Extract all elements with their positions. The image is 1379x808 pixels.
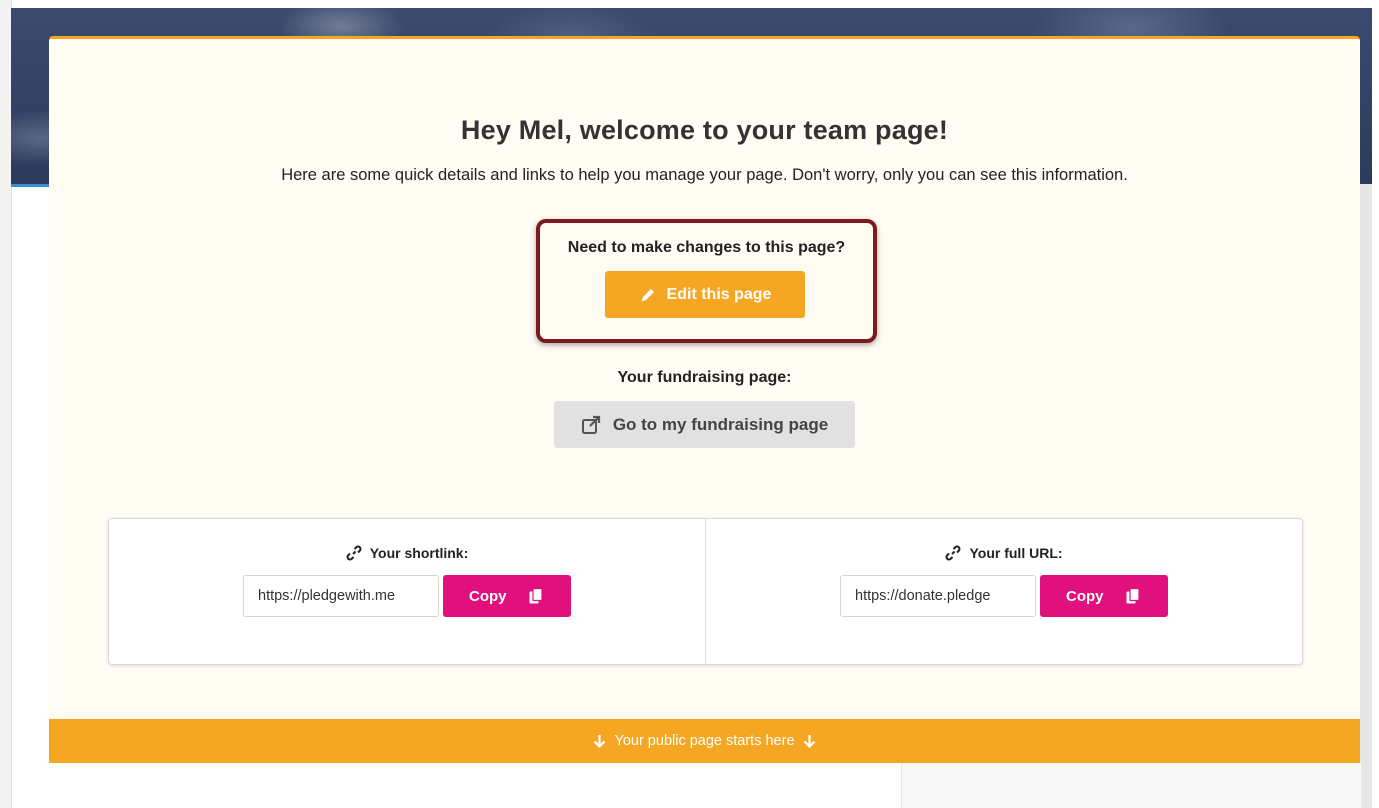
arrow-down-icon bbox=[803, 734, 816, 748]
full-url-label-row: Your full URL: bbox=[706, 545, 1302, 561]
copy-full-url-button[interactable]: Copy bbox=[1040, 575, 1168, 617]
shortlink-input[interactable] bbox=[243, 575, 439, 617]
public-page-content bbox=[49, 763, 901, 808]
page-title: Hey Mel, welcome to your team page! bbox=[460, 115, 949, 145]
team-welcome-panel: Hey Mel, welcome to your team page! Here… bbox=[49, 36, 1360, 722]
go-to-fundraising-button-label: Go to my fundraising page bbox=[612, 414, 829, 434]
full-url-section: Your full URL: Copy bbox=[705, 519, 1302, 664]
copy-shortlink-button[interactable]: Copy bbox=[443, 575, 571, 617]
copy-full-url-label: Copy bbox=[1066, 587, 1104, 605]
copy-icon bbox=[1126, 588, 1140, 604]
public-page-banner: Your public page starts here bbox=[49, 719, 1360, 763]
full-url-label: Your full URL: bbox=[969, 545, 1063, 561]
edit-prompt-label: Need to make changes to this page? bbox=[567, 239, 846, 256]
right-sidebar-edge bbox=[1360, 184, 1372, 808]
full-url-row: Copy bbox=[706, 575, 1302, 617]
copy-icon bbox=[529, 588, 543, 604]
link-icon bbox=[945, 545, 961, 561]
shortlink-section: Your shortlink: Copy bbox=[109, 519, 705, 664]
shortlink-row: Copy bbox=[109, 575, 705, 617]
public-page-sidebar bbox=[901, 763, 1361, 808]
page-subtitle: Here are some quick details and links to… bbox=[281, 166, 1128, 184]
full-url-input[interactable] bbox=[840, 575, 1036, 617]
copy-shortlink-label: Copy bbox=[469, 587, 507, 605]
fundraising-label: Your fundraising page: bbox=[617, 369, 792, 386]
shortlink-label-row: Your shortlink: bbox=[109, 545, 705, 561]
shortlink-label: Your shortlink: bbox=[369, 545, 469, 561]
edit-page-button-label: Edit this page bbox=[666, 285, 772, 303]
link-icon bbox=[346, 545, 362, 561]
go-to-fundraising-button[interactable]: Go to my fundraising page bbox=[554, 401, 855, 448]
edit-highlight-box: Need to make changes to this page? Edit … bbox=[536, 219, 877, 343]
share-links-card: Your shortlink: Copy bbox=[108, 518, 1303, 665]
arrow-down-icon bbox=[593, 734, 606, 748]
public-page-banner-text: Your public page starts here bbox=[614, 733, 795, 749]
pencil-icon bbox=[639, 286, 657, 304]
edit-page-button[interactable]: Edit this page bbox=[605, 271, 805, 318]
external-link-icon bbox=[581, 415, 601, 435]
